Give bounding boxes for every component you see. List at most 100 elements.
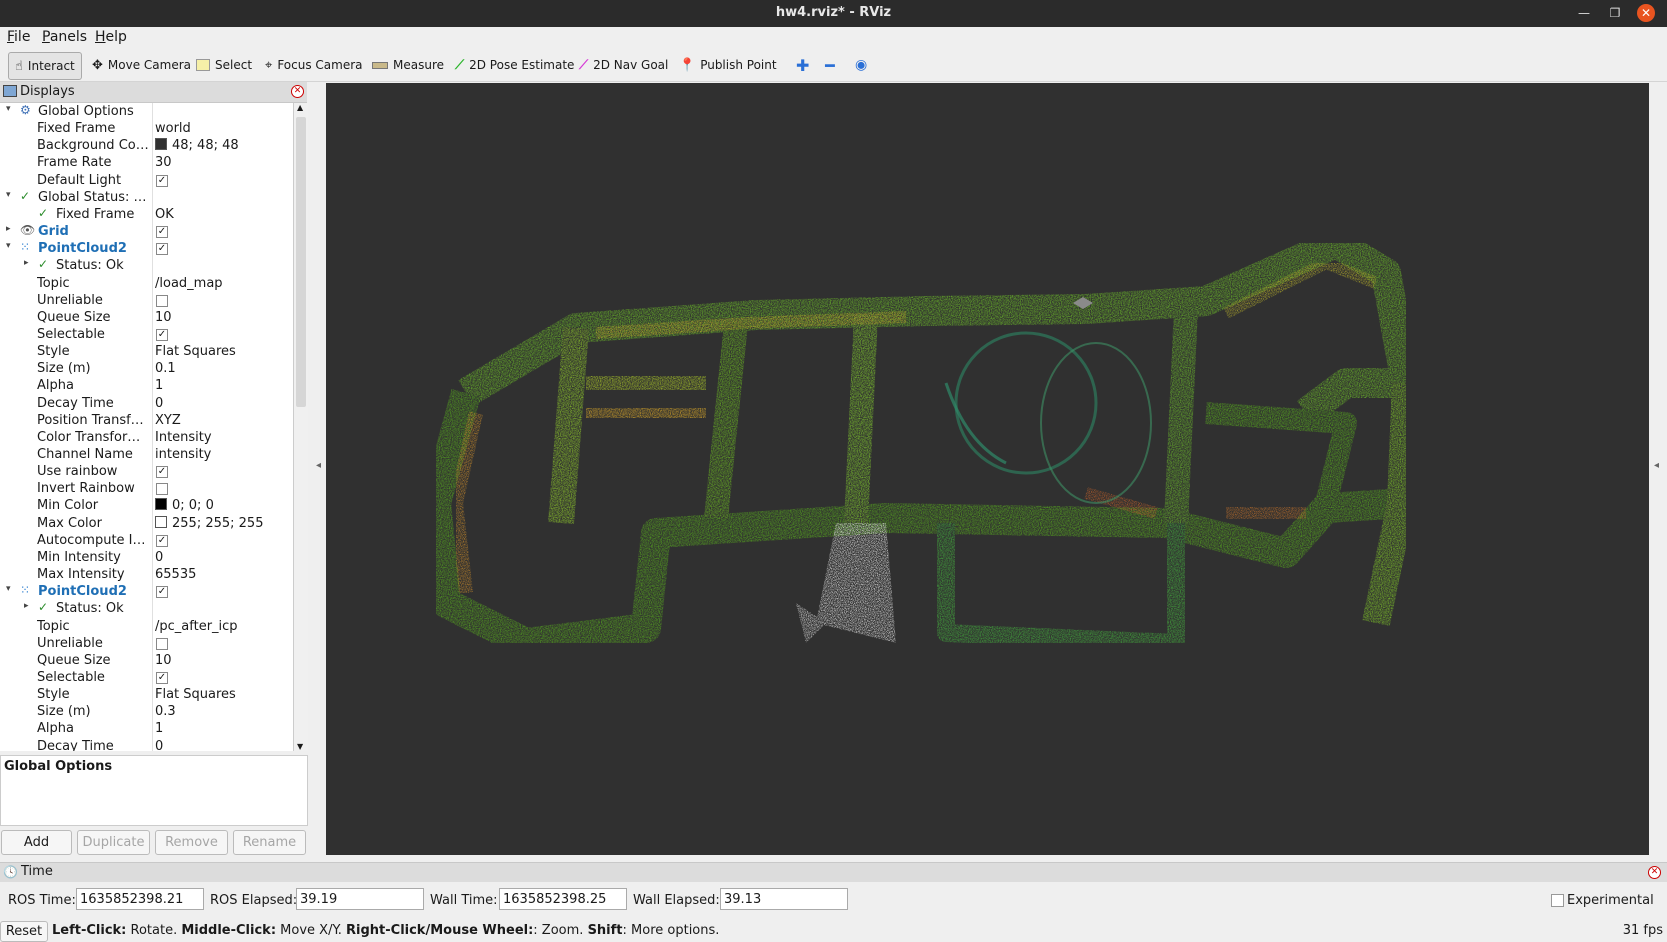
property-checkbox[interactable]: ✓ — [156, 328, 168, 341]
property-checkbox[interactable]: ✓ — [156, 534, 168, 547]
display-row[interactable]: Max Intensity 65535 — [0, 566, 293, 583]
menu-panels[interactable]: Panels — [42, 29, 87, 45]
expand-arrow-icon[interactable]: ▸ — [24, 258, 34, 268]
property-checkbox[interactable]: ✓ — [156, 586, 168, 599]
display-row[interactable]: Unreliable — [0, 635, 293, 652]
display-row[interactable]: Fixed Frame world — [0, 120, 293, 137]
property-value[interactable]: 0; 0; 0 — [155, 498, 214, 513]
property-checkbox[interactable] — [156, 294, 168, 307]
property-value[interactable]: world — [155, 121, 191, 136]
property-value[interactable]: /load_map — [155, 276, 223, 291]
displays-tree[interactable]: ▾ ⚙ Global Options Fixed Frame world Backgrou… — [0, 103, 294, 751]
property-checkbox[interactable] — [156, 637, 168, 650]
property-value[interactable]: Intensity — [155, 430, 212, 445]
display-row[interactable]: Size (m) 0.1 — [0, 360, 293, 377]
display-row[interactable]: Background Color 48; 48; 48 — [0, 137, 293, 154]
property-value[interactable]: OK — [155, 207, 174, 222]
menu-file[interactable]: File — [7, 29, 30, 45]
property-value[interactable]: XYZ — [155, 413, 181, 428]
display-row[interactable]: Max Color 255; 255; 255 — [0, 515, 293, 532]
display-row[interactable]: Selectable ✓ — [0, 326, 293, 343]
property-checkbox[interactable]: ✓ — [156, 671, 168, 684]
property-value[interactable]: intensity — [155, 447, 211, 462]
right-splitter-arrow-icon[interactable]: ◂ — [1654, 460, 1659, 471]
left-splitter-arrow-icon[interactable]: ◂ — [316, 460, 321, 471]
display-row[interactable]: Default Light ✓ — [0, 172, 293, 189]
interact-tool-button[interactable]: ☝ Interact — [8, 52, 82, 80]
scroll-down-icon[interactable]: ▼ — [297, 742, 303, 751]
display-row[interactable]: Style Flat Squares — [0, 343, 293, 360]
tool-properties-button[interactable]: ◉ — [849, 52, 873, 78]
display-row[interactable]: Alpha 1 — [0, 720, 293, 737]
display-row[interactable]: ▸ 👁 Grid ✓ — [0, 223, 293, 240]
add-tool-button[interactable]: ✚ — [790, 52, 815, 78]
display-row[interactable]: Min Intensity 0 — [0, 549, 293, 566]
display-row[interactable]: Frame Rate 30 — [0, 154, 293, 171]
property-value[interactable]: 10 — [155, 653, 172, 668]
close-time-panel-icon[interactable]: ✕ — [1648, 866, 1661, 879]
property-value[interactable]: Flat Squares — [155, 344, 236, 359]
display-row[interactable]: Autocompute I… ✓ — [0, 532, 293, 549]
property-value[interactable]: 255; 255; 255 — [155, 515, 263, 531]
ros-time-field[interactable]: 1635852398.21 — [76, 888, 204, 910]
property-checkbox[interactable]: ✓ — [156, 466, 168, 479]
expand-arrow-icon[interactable]: ▸ — [6, 224, 16, 234]
select-tool-button[interactable]: Select — [190, 52, 258, 78]
property-value[interactable]: 0.3 — [155, 704, 176, 719]
close-panel-icon[interactable]: ✕ — [291, 85, 304, 98]
displays-scrollbar[interactable]: ▲ ▼ — [293, 103, 308, 751]
display-row[interactable]: Min Color 0; 0; 0 — [0, 497, 293, 514]
column-divider[interactable] — [152, 103, 153, 751]
display-row[interactable]: ✓ Fixed Frame OK — [0, 206, 293, 223]
display-row[interactable]: Queue Size 10 — [0, 652, 293, 669]
property-value[interactable]: /pc_after_icp — [155, 619, 238, 634]
minimize-icon[interactable]: — — [1575, 4, 1593, 22]
move-camera-tool-button[interactable]: ✥ Move Camera — [86, 52, 197, 78]
display-row[interactable]: Topic/pc_after_icp — [0, 618, 293, 635]
publish-point-tool-button[interactable]: 📍 Publish Point — [673, 52, 783, 78]
remove-tool-button[interactable]: ━ — [819, 52, 841, 78]
display-row[interactable]: Channel Name intensity — [0, 446, 293, 463]
display-row[interactable]: Queue Size 10 — [0, 309, 293, 326]
display-row[interactable]: Size (m) 0.3 — [0, 703, 293, 720]
display-row[interactable]: Topic/load_map — [0, 275, 293, 292]
property-value[interactable]: 1 — [155, 378, 163, 393]
property-checkbox[interactable] — [156, 483, 168, 496]
duplicate-button[interactable]: Duplicate — [77, 830, 150, 855]
property-value[interactable]: 1 — [155, 721, 163, 736]
display-row[interactable]: ▾ ⁙ PointCloud2 ✓ — [0, 583, 293, 600]
focus-camera-tool-button[interactable]: ⌖ Focus Camera — [259, 52, 369, 78]
property-value[interactable]: 48; 48; 48 — [155, 138, 239, 153]
display-row[interactable]: Decay Time 0 — [0, 738, 293, 751]
property-checkbox[interactable]: ✓ — [156, 174, 168, 187]
property-value[interactable]: 65535 — [155, 567, 196, 582]
display-row[interactable]: ▸ ✓ Status: Ok — [0, 257, 293, 274]
display-row[interactable]: Position Transf… XYZ — [0, 412, 293, 429]
restore-icon[interactable]: ❐ — [1606, 4, 1624, 22]
display-row[interactable]: Alpha 1 — [0, 377, 293, 394]
menu-help[interactable]: Help — [95, 29, 127, 45]
property-value[interactable]: 0.1 — [155, 361, 176, 376]
display-row[interactable]: ▾ ⚙ Global Options — [0, 103, 293, 120]
wall-time-field[interactable]: 1635852398.25 — [499, 888, 627, 910]
scroll-up-icon[interactable]: ▲ — [297, 103, 303, 112]
nav-goal-tool-button[interactable]: ⟋ 2D Nav Goal — [573, 52, 674, 78]
property-value[interactable]: 0 — [155, 550, 163, 565]
display-row[interactable]: Style Flat Squares — [0, 686, 293, 703]
pose-estimate-tool-button[interactable]: ⟋ 2D Pose Estimate — [449, 52, 580, 78]
display-row[interactable]: Invert Rainbow — [0, 480, 293, 497]
display-row[interactable]: Selectable ✓ — [0, 669, 293, 686]
collapse-arrow-icon[interactable]: ▾ — [6, 190, 16, 200]
display-row[interactable]: Unreliable — [0, 292, 293, 309]
rename-button[interactable]: Rename — [233, 830, 306, 855]
property-value[interactable]: 30 — [155, 155, 172, 170]
collapse-arrow-icon[interactable]: ▾ — [6, 584, 16, 594]
experimental-checkbox[interactable] — [1551, 894, 1564, 907]
ros-elapsed-field[interactable]: 39.19 — [296, 888, 424, 910]
remove-button[interactable]: Remove — [155, 830, 228, 855]
measure-tool-button[interactable]: Measure — [366, 52, 450, 78]
scrollbar-thumb[interactable] — [296, 117, 306, 407]
property-value[interactable]: 0 — [155, 396, 163, 411]
display-row[interactable]: ▾ ⁙ PointCloud2 ✓ — [0, 240, 293, 257]
display-row[interactable]: Use rainbow ✓ — [0, 463, 293, 480]
